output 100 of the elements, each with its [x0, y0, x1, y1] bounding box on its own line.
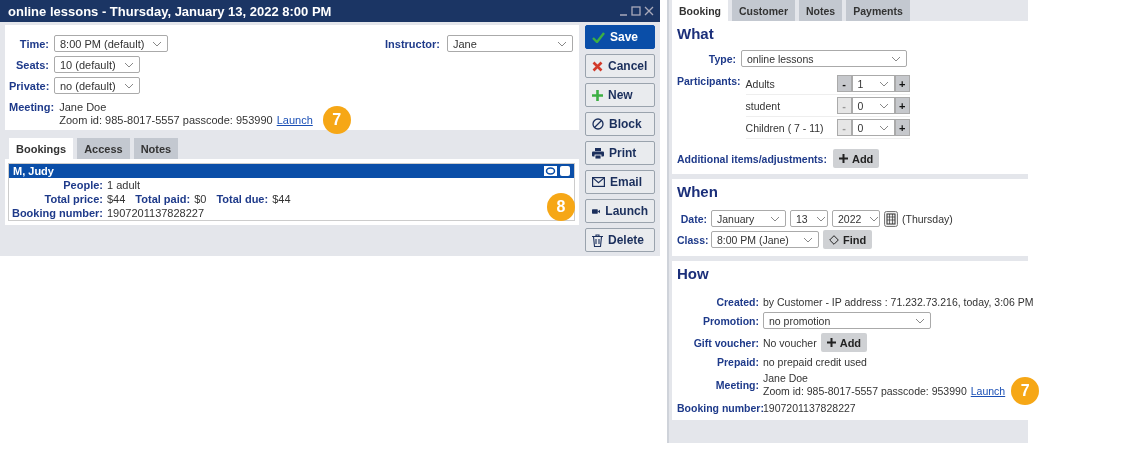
field-label: Participants: — [677, 75, 741, 87]
field-value: $44 — [272, 193, 291, 205]
tab[interactable]: Payments — [846, 0, 910, 21]
field-value: no prepaid credit used — [763, 356, 868, 368]
field-label: Seats: — [14, 58, 49, 71]
caret-icon — [123, 82, 134, 89]
calendar-icon[interactable] — [884, 210, 898, 227]
booking-header[interactable]: M, Judy — [9, 164, 574, 178]
field-label: Booking number: — [10, 207, 103, 219]
field-label: Private: — [9, 79, 49, 92]
field-label: Additional items/adjustments: — [677, 152, 827, 165]
decrement-button[interactable]: - — [836, 75, 852, 92]
plus-icon — [592, 89, 603, 101]
new-button[interactable]: New — [585, 83, 655, 107]
caret-icon — [869, 215, 880, 222]
caret-icon — [123, 61, 134, 68]
field-label: Total paid: — [135, 193, 191, 205]
launch-link[interactable]: Launch — [970, 385, 1006, 397]
checkmark-icon — [592, 31, 605, 43]
field-value: No voucher — [763, 336, 817, 349]
field-value: by Customer - IP address : 71.232.73.216, today, 3:06 PM — [763, 296, 1035, 308]
launch-button[interactable]: Launch — [585, 199, 655, 223]
promotion-dropdown[interactable]: no promotion — [763, 312, 931, 329]
meeting-host: Jane Doe — [763, 372, 809, 384]
section-heading: When — [677, 183, 719, 200]
field-label: Meeting: — [714, 379, 759, 391]
count-dropdown[interactable]: 0 — [851, 119, 895, 136]
caret-icon — [152, 40, 163, 47]
instructor-dropdown[interactable]: Jane — [447, 35, 573, 52]
field-label: Gift voucher: — [692, 336, 759, 349]
tab[interactable]: Notes — [799, 0, 843, 21]
field-label: Date: — [679, 212, 707, 225]
field-value: $44 — [107, 193, 126, 205]
save-button[interactable]: Save — [585, 25, 655, 49]
tab[interactable]: Booking — [672, 0, 728, 21]
add-button[interactable]: Add — [820, 333, 868, 352]
field-label: Type: — [707, 52, 736, 65]
prohibited-icon — [592, 118, 604, 130]
month-dropdown[interactable]: January — [711, 210, 786, 227]
year-dropdown[interactable]: 2022 — [832, 210, 880, 227]
find-button[interactable]: Find — [823, 230, 873, 249]
caret-icon — [878, 102, 889, 109]
field-label: Promotion: — [702, 314, 759, 327]
participant-label: Children ( 7 - 11) — [745, 121, 824, 134]
view-icon[interactable] — [544, 166, 557, 176]
class-dropdown[interactable]: 8:00 PM (Jane) — [711, 231, 819, 248]
section-heading: What — [677, 25, 715, 42]
count-dropdown[interactable]: 1 — [851, 75, 895, 92]
meeting-details: Zoom id: 985-8017-5557 passcode: 953990 — [763, 385, 967, 397]
type-dropdown[interactable]: online lessons — [741, 50, 907, 67]
field-value: $0 — [194, 193, 207, 205]
field-label: Total due: — [216, 193, 269, 205]
trash-icon — [592, 233, 603, 247]
participant-label: student — [745, 99, 781, 112]
add-button[interactable]: Add — [832, 149, 880, 168]
field-label: Prepaid: — [716, 356, 759, 368]
caret-icon — [915, 317, 925, 324]
caret-icon — [815, 215, 826, 222]
caret-icon — [803, 236, 813, 243]
cancel-button[interactable]: Cancel — [585, 54, 655, 78]
callout-badge: 8 — [547, 193, 575, 221]
field-label: Created: — [715, 296, 759, 308]
close-icon[interactable] — [644, 6, 654, 16]
day-dropdown[interactable]: 13 — [790, 210, 828, 227]
dropdown[interactable]: 10 (default) — [54, 56, 140, 73]
print-button[interactable]: Print — [585, 141, 655, 165]
dropdown[interactable]: 8:00 PM (default) — [54, 35, 169, 52]
caret-icon — [878, 80, 889, 87]
tab[interactable]: Customer — [732, 0, 795, 21]
participant-label: Adults — [745, 77, 775, 90]
field-label: Meeting: — [9, 101, 55, 115]
field-label: People: — [62, 179, 103, 191]
diamond-icon — [829, 234, 839, 245]
window-title: online lessons - Thursday, January 13, 2022 8:00 PM — [8, 3, 332, 19]
callout-badge: 7 — [1011, 377, 1040, 405]
count-dropdown[interactable]: 0 — [851, 97, 895, 114]
video-camera-icon — [592, 206, 601, 216]
customer-name: M, Judy — [13, 165, 54, 177]
field-label: Total price: — [43, 193, 103, 205]
printer-icon — [592, 147, 604, 159]
meeting-details: Zoom id: 985-8017-5557 passcode: 953990 — [59, 114, 273, 126]
block-button[interactable]: Block — [585, 112, 655, 136]
delete-button[interactable]: Delete — [585, 228, 655, 252]
field-value: 1 adult — [107, 179, 141, 191]
dropdown[interactable]: no (default) — [54, 77, 140, 94]
meeting-host: Jane Doe — [59, 101, 108, 113]
weekday-text: (Thursday) — [902, 212, 953, 225]
caret-icon — [891, 55, 901, 62]
tab[interactable]: Access — [77, 138, 130, 159]
plus-icon — [838, 154, 848, 163]
field-label: Class: — [677, 233, 707, 246]
email-button[interactable]: Email — [585, 170, 655, 194]
tab[interactable]: Bookings — [9, 138, 74, 159]
callout-badge: 7 — [322, 106, 351, 134]
tab[interactable]: Notes — [133, 138, 179, 159]
launch-link[interactable]: Launch — [276, 114, 313, 126]
cross-icon — [592, 60, 603, 72]
maximize-icon[interactable] — [631, 6, 641, 16]
checkbox[interactable] — [560, 166, 570, 176]
caret-icon — [557, 40, 567, 47]
